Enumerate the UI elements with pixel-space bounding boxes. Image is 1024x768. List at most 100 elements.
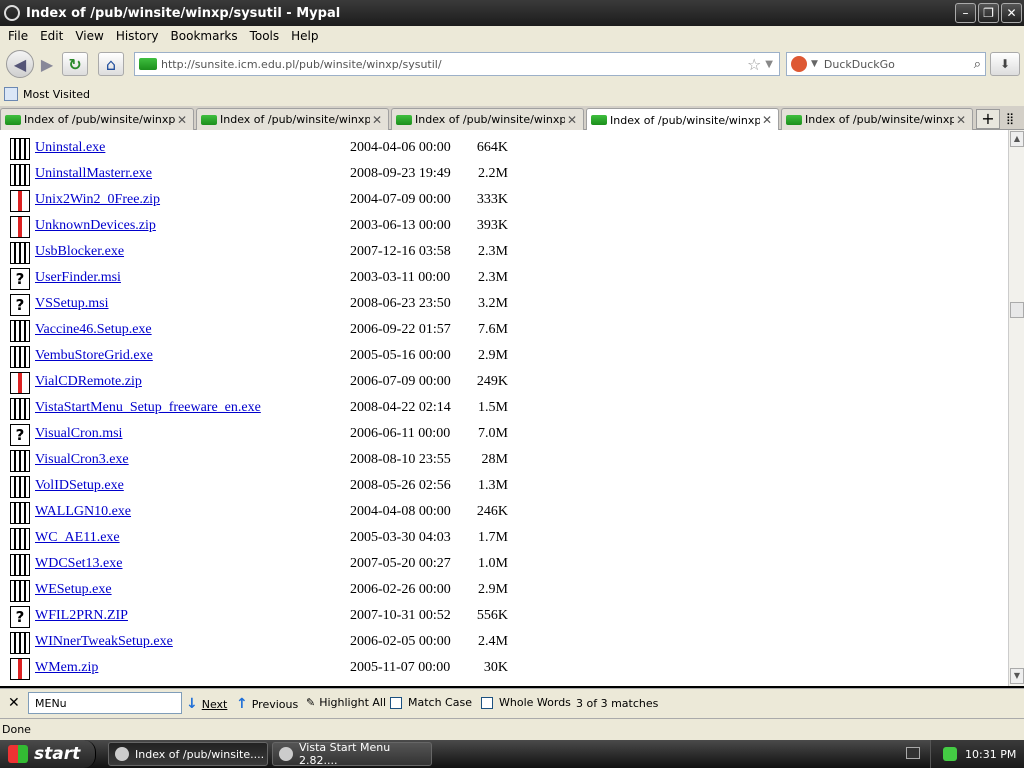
checkbox-icon: [481, 696, 493, 709]
file-link[interactable]: Vaccine46.Setup.exe: [35, 322, 152, 338]
find-close-icon[interactable]: ✕: [8, 695, 20, 711]
clock[interactable]: 10:31 PM: [965, 748, 1016, 761]
taskbar: start Index of /pub/winsite.... Vista St…: [0, 740, 1024, 768]
binary-file-icon: [10, 242, 30, 264]
arrow-down-icon: ↓: [186, 696, 198, 712]
tab-close-icon[interactable]: ✕: [370, 113, 384, 127]
file-date: 2008-04-22 02:14: [350, 400, 451, 415]
search-icon[interactable]: ⌕: [974, 57, 981, 72]
mypal-app-icon: [115, 747, 129, 761]
tab-close-icon[interactable]: ✕: [954, 113, 968, 127]
window-controls: – ❐ ✕: [955, 3, 1022, 23]
menu-tools[interactable]: Tools: [244, 29, 286, 43]
file-link[interactable]: WMem.zip: [35, 660, 98, 676]
title-bar: Index of /pub/winsite/winxp/sysutil - My…: [0, 0, 1024, 26]
keyboard-icon[interactable]: [906, 747, 920, 759]
menu-help[interactable]: Help: [285, 29, 324, 43]
tab-strip: Index of /pub/winsite/winxp ✕ Index of /…: [0, 106, 1024, 131]
scrollbar-thumb[interactable]: [1010, 302, 1024, 318]
mypal-app-icon[interactable]: [4, 5, 20, 21]
file-link[interactable]: WINnerTweakSetup.exe: [35, 634, 173, 650]
file-link[interactable]: Unix2Win2_0Free.zip: [35, 192, 160, 208]
file-link[interactable]: VembuStoreGrid.exe: [35, 348, 153, 364]
find-previous-button[interactable]: ↑ Previous: [236, 696, 298, 712]
file-link[interactable]: WFIL2PRN.ZIP: [35, 608, 128, 624]
close-window-button[interactable]: ✕: [1001, 3, 1022, 23]
engine-dropdown-icon[interactable]: ▼: [811, 59, 818, 69]
scroll-down-button[interactable]: ▼: [1010, 668, 1024, 684]
reload-button[interactable]: ↻: [62, 52, 88, 76]
file-link[interactable]: UnknownDevices.zip: [35, 218, 156, 234]
file-size: 556K: [476, 608, 508, 623]
highlight-all-button[interactable]: ✎ Highlight All: [306, 696, 386, 709]
file-size: 30K: [483, 660, 508, 675]
tab-3[interactable]: Index of /pub/winsite/winxp/... ✕: [391, 108, 584, 130]
search-bar[interactable]: ▼ DuckDuckGo ⌕: [786, 52, 986, 76]
tab-1[interactable]: Index of /pub/winsite/winxp ✕: [0, 108, 194, 130]
url-text[interactable]: http://sunsite.icm.edu.pl/pub/winsite/wi…: [161, 58, 747, 71]
menu-bookmarks[interactable]: Bookmarks: [165, 29, 244, 43]
file-link[interactable]: WALLGN10.exe: [35, 504, 131, 520]
find-next-button[interactable]: ↓ Next: [186, 696, 227, 712]
match-case-checkbox[interactable]: Match Case: [390, 696, 472, 709]
file-link[interactable]: VisualCron3.exe: [35, 452, 129, 468]
file-link[interactable]: VistaStartMenu_Setup_freeware_en.exe: [35, 400, 261, 416]
site-identity-icon[interactable]: [139, 58, 157, 70]
binary-file-icon: [10, 320, 30, 342]
file-link[interactable]: VialCDRemote.zip: [35, 374, 142, 390]
minimize-button[interactable]: –: [955, 3, 976, 23]
url-bar[interactable]: http://sunsite.icm.edu.pl/pub/winsite/wi…: [134, 52, 780, 76]
file-link[interactable]: WESetup.exe: [35, 582, 112, 598]
tab-5[interactable]: Index of /pub/winsite/winxp/... ✕: [781, 108, 973, 130]
file-size: 2.9M: [478, 348, 508, 363]
file-date: 2008-06-23 23:50: [350, 296, 451, 311]
file-link[interactable]: UserFinder.msi: [35, 270, 121, 286]
tab-close-icon[interactable]: ✕: [565, 113, 579, 127]
most-visited-bookmark[interactable]: Most Visited: [23, 88, 90, 101]
file-date: 2008-09-23 19:49: [350, 166, 451, 181]
vertical-scrollbar[interactable]: ▲ ▼: [1008, 130, 1024, 686]
search-input[interactable]: DuckDuckGo: [824, 58, 974, 71]
duckduckgo-engine-icon[interactable]: [791, 56, 807, 72]
file-link[interactable]: VSSetup.msi: [35, 296, 109, 312]
home-button[interactable]: ⌂: [98, 52, 124, 76]
menu-view[interactable]: View: [69, 29, 109, 43]
menu-history[interactable]: History: [110, 29, 165, 43]
menu-edit[interactable]: Edit: [34, 29, 69, 43]
whole-words-checkbox[interactable]: Whole Words: [481, 696, 571, 709]
unknown-file-icon: ?: [10, 294, 30, 316]
start-button[interactable]: start: [0, 740, 96, 768]
network-tray-icon[interactable]: [943, 747, 957, 761]
find-input[interactable]: MENu: [28, 692, 182, 714]
bookmark-star-icon[interactable]: ☆: [747, 55, 761, 74]
file-date: 2007-12-16 03:58: [350, 244, 451, 259]
forward-button[interactable]: ▶: [34, 52, 60, 76]
tab-list-icon[interactable]: ⣿: [1006, 112, 1014, 125]
url-dropdown-icon[interactable]: ▼: [765, 59, 773, 70]
status-bar: Done: [0, 718, 1024, 740]
system-tray: 10:31 PM: [930, 740, 1024, 768]
file-link[interactable]: VisualCron.msi: [35, 426, 122, 442]
file-link[interactable]: Uninstal.exe: [35, 140, 105, 156]
tab-close-icon[interactable]: ✕: [175, 113, 189, 127]
scroll-up-button[interactable]: ▲: [1010, 131, 1024, 147]
file-row: UninstallMasterr.exe 2008-09-23 19:49 2.2M: [10, 162, 570, 186]
file-date: 2004-04-08 00:00: [350, 504, 451, 519]
tab-2[interactable]: Index of /pub/winsite/winxp/... ✕: [196, 108, 389, 130]
downloads-button[interactable]: ⬇: [990, 52, 1020, 76]
file-link[interactable]: WDCSet13.exe: [35, 556, 122, 572]
tab-4[interactable]: Index of /pub/winsite/winxp/... ✕: [586, 108, 779, 131]
file-link[interactable]: WC_AE11.exe: [35, 530, 120, 546]
taskbar-item-vista-start-menu[interactable]: Vista Start Menu 2.82....: [272, 741, 432, 767]
file-link[interactable]: UsbBlocker.exe: [35, 244, 124, 260]
menu-file[interactable]: File: [2, 29, 34, 43]
new-tab-button[interactable]: +: [976, 109, 1000, 129]
file-link[interactable]: UninstallMasterr.exe: [35, 166, 152, 182]
start-label: start: [34, 744, 81, 764]
tab-close-icon[interactable]: ✕: [760, 113, 774, 127]
taskbar-item-browser[interactable]: Index of /pub/winsite....: [108, 742, 268, 766]
file-link[interactable]: VolIDSetup.exe: [35, 478, 124, 494]
file-size: 2.2M: [478, 166, 508, 181]
maximize-button[interactable]: ❐: [978, 3, 999, 23]
back-button[interactable]: ◀: [6, 50, 34, 78]
